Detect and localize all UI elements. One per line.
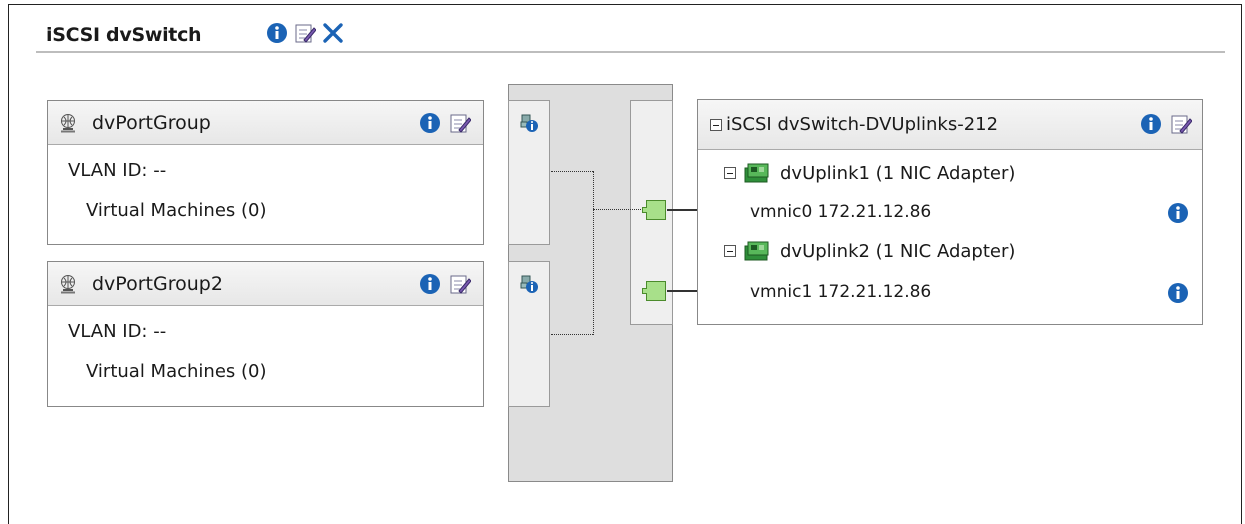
uplink-link-line [667,290,698,292]
info-icon[interactable] [1140,113,1162,135]
switch-actions [266,22,344,44]
info-icon[interactable] [266,22,288,44]
edit-icon[interactable] [449,112,471,134]
nic-adapter-icon [744,240,770,262]
uplinks-title: iSCSI dvSwitch-DVUplinks-212 [726,114,999,135]
uplink-port[interactable] [642,200,666,220]
switch-title: iSCSI dvSwitch [46,24,202,46]
info-icon[interactable] [419,112,441,134]
vlan-id-label: VLAN ID: -- [68,160,167,181]
port-group-details: VLAN ID: -- Virtual Machines (0) [48,306,483,392]
nic-row[interactable]: vmnic0 172.21.12.86 [750,202,931,222]
virtual-machines-label[interactable]: Virtual Machines (0) [68,352,483,392]
connection-line [551,334,593,335]
network-globe-icon [58,113,78,133]
port-info-icon[interactable] [519,113,539,133]
uplink-name: dvUplink2 (1 NIC Adapter) [780,240,1016,262]
connection-line [593,209,641,210]
port-group-connector[interactable] [508,100,550,245]
info-icon[interactable] [419,273,441,295]
port-group-actions [419,112,471,134]
port-group-card[interactable]: dvPortGroup2 VLAN ID: -- Virtual Machine… [47,261,484,407]
port-group-card[interactable]: dvPortGroup VLAN ID: -- Virtual Machines… [47,100,484,245]
collapse-toggle[interactable] [724,167,736,179]
collapse-toggle[interactable] [724,245,736,257]
nic-address: vmnic1 172.21.12.86 [750,282,932,302]
port-group-name: dvPortGroup2 [92,272,223,295]
nic-address: vmnic0 172.21.12.86 [750,202,932,222]
uplinks-card[interactable]: iSCSI dvSwitch-DVUplinks-212 dvUplink1 (… [697,99,1203,325]
uplink-port[interactable] [642,281,666,301]
uplink-row[interactable]: dvUplink2 (1 NIC Adapter) [724,240,1015,262]
port-group-header: dvPortGroup [48,101,483,145]
vlan-id-label: VLAN ID: -- [68,321,167,342]
delete-icon[interactable] [322,22,344,44]
port-group-name: dvPortGroup [92,111,211,134]
port-group-details: VLAN ID: -- Virtual Machines (0) [48,145,483,231]
nic-adapter-icon [744,162,770,184]
network-globe-icon [58,274,78,294]
edit-icon[interactable] [449,273,471,295]
edit-icon[interactable] [1170,113,1192,135]
port-group-actions [419,273,471,295]
info-icon[interactable] [1167,282,1189,304]
virtual-machines-label[interactable]: Virtual Machines (0) [68,191,483,231]
collapse-toggle[interactable] [710,118,722,131]
port-group-connector[interactable] [508,261,550,407]
info-icon[interactable] [1167,202,1189,224]
connection-line [551,171,593,172]
uplinks-header: iSCSI dvSwitch-DVUplinks-212 [698,100,1202,150]
port-info-icon[interactable] [519,274,539,294]
title-divider [36,51,1225,53]
uplink-link-line [667,209,698,211]
edit-icon[interactable] [294,22,316,44]
nic-row[interactable]: vmnic1 172.21.12.86 [750,282,931,302]
uplinks-actions [1140,113,1192,135]
port-group-header: dvPortGroup2 [48,262,483,306]
uplink-name: dvUplink1 (1 NIC Adapter) [780,162,1016,184]
uplink-row[interactable]: dvUplink1 (1 NIC Adapter) [724,162,1015,184]
switch-title-row: iSCSI dvSwitch [46,20,202,50]
connection-line [593,171,594,335]
